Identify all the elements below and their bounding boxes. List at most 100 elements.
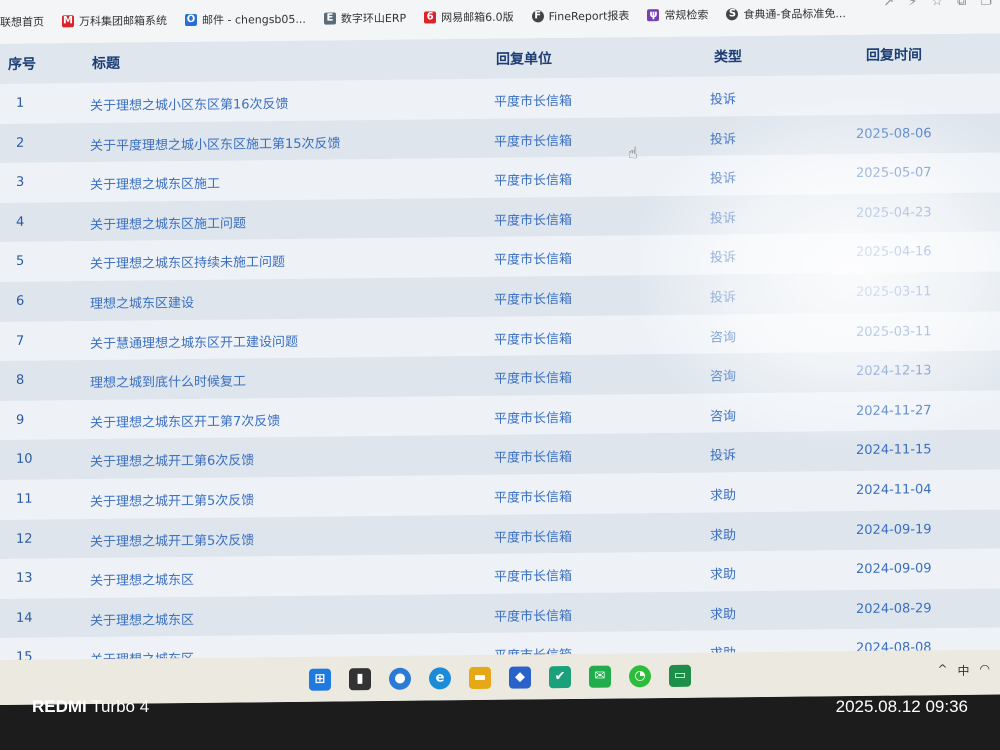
windows-start-icon[interactable]: ⊞ [309,668,331,691]
row-type: 投诉 [710,290,737,306]
row-unit: 平度市长信箱 [494,291,573,308]
row-unit: 平度市长信箱 [494,133,573,150]
row-type: 投诉 [710,211,737,227]
row-type: 咨询 [710,329,737,346]
vpn-icon[interactable]: ✔ [549,665,571,688]
camera-watermark-model: REDMI Turbo 4 [32,697,149,717]
bookmark-vanke-mail[interactable]: M 万科集团邮箱系统 [62,12,167,29]
row-unit: 平度市长信箱 [494,529,573,546]
row-title-link[interactable]: 关于理想之城开工第5次反馈 [90,529,254,550]
wifi-icon[interactable]: ◠ [980,662,990,679]
row-number: 4 [16,214,25,230]
finereport-icon: F [531,10,544,23]
bookmark-label: 食典通-食品标准免... [743,7,846,22]
row-type: 咨询 [710,409,737,425]
camera-model: Turbo 4 [91,697,150,716]
bookmark-search[interactable]: ψ 常规检索 [647,7,708,24]
row-unit: 平度市长信箱 [494,173,573,190]
row-type: 求助 [710,527,737,544]
bookmark-lenovo-home[interactable]: 联想首页 [0,14,44,30]
bookmark-label: 联想首页 [0,15,44,29]
row-time: 2025-03-11 [856,284,932,301]
row-time: 2024-08-29 [856,600,932,617]
star-icon[interactable]: ☆ [931,0,943,9]
m-logo-icon: M [62,15,74,28]
extension-icon[interactable]: ⚡ [908,0,917,9]
bookmark-label: 邮件 - chengsb05... [202,12,306,27]
row-number: 3 [16,174,25,191]
row-type: 投诉 [710,171,737,187]
outlook-icon: O [185,13,197,27]
camera-watermark-datetime: 2025.08.12 09:36 [835,697,968,716]
file-explorer-icon[interactable]: ▬ [469,666,491,689]
ime-indicator[interactable]: 中 [958,662,970,679]
row-time: 2025-04-23 [856,205,932,221]
row-title-link[interactable]: 关于理想之城东区开工第7次反馈 [90,410,280,431]
row-number: 13 [16,570,33,586]
row-title-link[interactable]: 关于理想之城东区 [90,609,194,629]
row-type: 求助 [710,488,737,504]
bookmark-label: 网易邮箱6.0版 [441,10,514,25]
row-number: 6 [16,293,25,309]
row-number: 9 [16,412,25,428]
row-unit: 平度市长信箱 [494,331,573,348]
row-type: 求助 [710,607,737,623]
row-title-link[interactable]: 关于平度理想之城小区东区施工第15次反馈 [90,132,341,154]
row-time: 2024-11-27 [856,402,932,419]
row-time: 2024-09-19 [856,521,932,538]
row-title-link[interactable]: 关于理想之城东区 [90,569,194,589]
browser-toolbar-right: ↗ ⚡ ☆ ⧉ ❐ [883,0,992,13]
share-icon[interactable]: ↗ [883,0,894,9]
wechat-icon[interactable]: ◔ [629,664,651,687]
row-time: 2024-11-04 [856,482,932,498]
chevron-up-icon[interactable]: ^ [937,662,947,679]
row-unit: 平度市长信箱 [494,252,573,269]
taskview-icon[interactable]: ▮ [349,667,371,690]
row-number: 12 [16,531,33,547]
copy-icon[interactable]: ❐ [980,0,992,8]
row-time: 2025-08-06 [856,125,932,142]
bookmark-shidiantong[interactable]: S 食典通-食品标准免... [726,5,846,22]
row-title-link[interactable]: 理想之城东区建设 [90,292,194,312]
search-logo-icon: ψ [647,9,660,22]
header-no: 序号 [8,56,36,73]
row-time: 2025-05-07 [856,165,932,182]
mail-icon[interactable]: ✉ [589,665,611,688]
remote-icon[interactable]: ▭ [669,664,691,687]
row-title-link[interactable]: 关于理想之城小区东区第16次反馈 [90,93,289,114]
row-title-link[interactable]: 关于理想之城东区施工 [90,173,220,193]
row-number: 2 [16,135,25,151]
row-type: 投诉 [710,250,737,266]
row-title-link[interactable]: 关于理想之城东区持续未施工问题 [90,251,285,272]
row-number: 8 [16,372,25,388]
row-title-link[interactable]: 关于理想之城开工第5次反馈 [90,489,254,510]
row-unit: 平度市长信箱 [494,371,573,387]
row-number: 14 [16,610,33,626]
header-unit: 回复单位 [496,51,552,68]
header-title: 标题 [92,55,120,73]
app-icon[interactable]: ◆ [509,665,531,689]
row-title-link[interactable]: 关于理想之城开工第6次反馈 [90,450,254,471]
row-type: 投诉 [710,448,737,464]
row-title-link[interactable]: 关于理想之城东区施工问题 [90,212,246,233]
header-type: 类型 [714,49,742,66]
row-title-link[interactable]: 理想之城到底什么时候复工 [90,371,246,392]
browser-screen: 联想首页 M 万科集团邮箱系统 O 邮件 - chengsb05... E 数字… [0,0,1000,705]
row-unit: 平度市长信箱 [494,608,573,625]
row-number: 7 [16,333,25,349]
bookmark-label: 万科集团邮箱系统 [79,14,167,29]
row-time: 2025-04-16 [856,244,932,261]
bookmark-netease[interactable]: 6 网易邮箱6.0版 [424,9,514,26]
row-unit: 平度市长信箱 [494,569,573,585]
bookmark-finereport[interactable]: F FineReport报表 [531,7,630,24]
row-type: 咨询 [710,369,737,385]
tab-icon[interactable]: ⧉ [957,0,966,8]
bookmark-erp[interactable]: E 数字环山ERP [323,10,406,27]
bookmark-label: FineReport报表 [548,9,630,24]
bookmark-outlook[interactable]: O 邮件 - chengsb05... [185,11,306,28]
row-unit: 平度市长信箱 [494,489,573,506]
hand-cursor-icon: ☝ [628,143,638,163]
browser-icon[interactable]: ● [389,667,411,690]
row-title-link[interactable]: 关于慧通理想之城东区开工建设问题 [90,330,298,351]
edge-icon[interactable]: e [429,666,451,690]
